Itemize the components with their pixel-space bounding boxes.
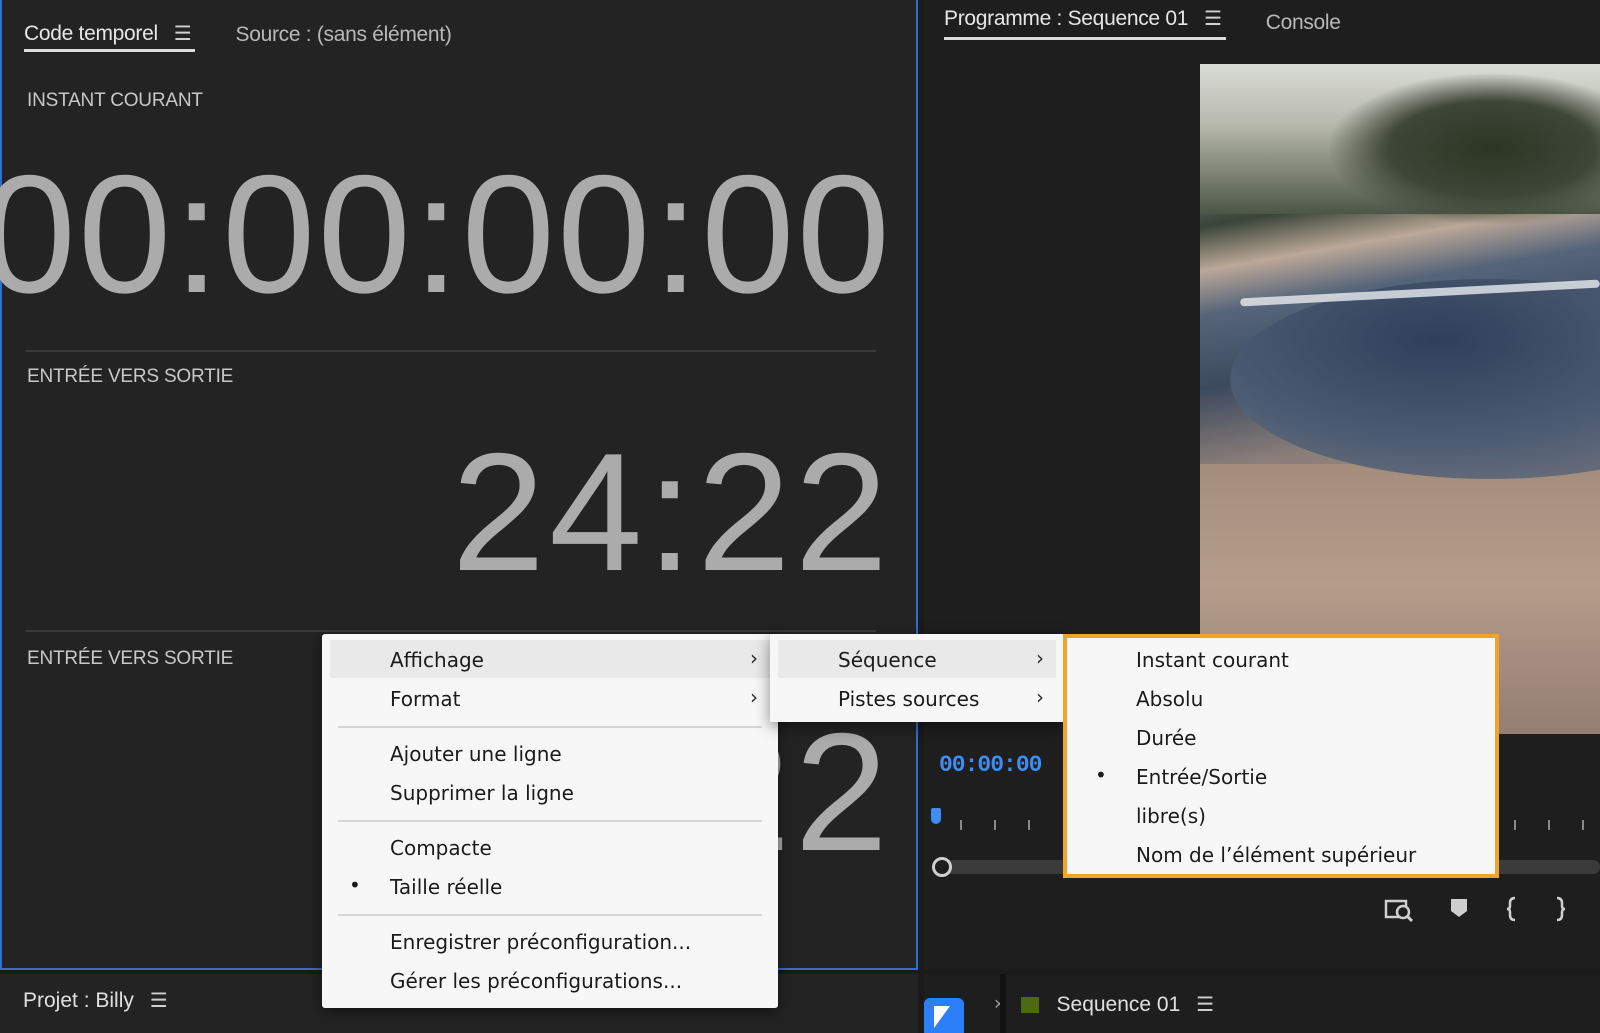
row-label-entree-sortie: ENTRÉE VERS SORTIE — [27, 366, 234, 387]
menu-item-gerer-preconfigs[interactable]: Gérer les préconfigurations... — [330, 961, 770, 999]
menu-item-label: Compacte — [390, 836, 492, 860]
menu-item-label: Entrée/Sortie — [1136, 765, 1268, 789]
tab-programme-label: Programme : Sequence 01 — [944, 6, 1189, 30]
menu-item-label: Format — [390, 687, 461, 711]
export-frame-icon[interactable] — [1384, 895, 1414, 923]
menu-item-sequence[interactable]: Séquence › — [778, 640, 1056, 678]
panel-menu-icon[interactable]: ☰ — [1196, 992, 1214, 1017]
menu-separator — [338, 726, 762, 728]
program-panel-tabs: Programme : Sequence 01 ☰ Console — [944, 6, 1341, 40]
ruler-tick — [960, 820, 962, 830]
sequence-submenu: Instant courant Absolu Durée • Entrée/So… — [1063, 634, 1499, 878]
timecode-context-menu: Affichage › Format › Ajouter une ligne S… — [322, 634, 778, 1008]
ruler-tick — [994, 820, 996, 830]
menu-item-nom-element-superieur[interactable]: Nom de l’élément supérieur — [1075, 835, 1487, 873]
sequence-color-swatch — [1020, 996, 1039, 1013]
tab-sequence-01[interactable]: × Sequence 01 ☰ — [994, 992, 1214, 1017]
panel-menu-icon[interactable]: ☰ — [174, 21, 192, 46]
menu-item-label: Nom de l’élément supérieur — [1136, 843, 1417, 867]
chevron-right-icon: › — [750, 685, 758, 709]
ruler-tick — [1582, 820, 1584, 830]
tab-projet[interactable]: Projet : Billy ☰ — [23, 988, 168, 1013]
mark-out-icon[interactable] — [1554, 895, 1566, 923]
tab-code-temporel[interactable]: Code temporel ☰ — [24, 18, 196, 52]
tab-sequence-label: Sequence 01 — [1056, 992, 1181, 1016]
menu-item-compacte[interactable]: Compacte — [330, 828, 770, 866]
menu-separator — [338, 914, 762, 916]
menu-item-entree-sortie[interactable]: • Entrée/Sortie — [1075, 757, 1487, 795]
affichage-submenu: Séquence › Pistes sources › — [770, 634, 1064, 722]
row-divider — [26, 350, 876, 352]
timeline-header: × Sequence 01 ☰ — [924, 974, 1600, 1033]
tab-console[interactable]: Console — [1266, 6, 1341, 40]
selection-arrow-icon — [924, 998, 964, 1033]
menu-item-label: Supprimer la ligne — [390, 781, 574, 805]
ruler-tick — [1028, 820, 1030, 830]
selection-tool-button[interactable] — [924, 986, 968, 1033]
menu-item-supprimer-ligne[interactable]: Supprimer la ligne — [330, 773, 770, 811]
program-timecode[interactable]: 00:00:00 — [939, 752, 1042, 778]
menu-separator — [338, 820, 762, 822]
tab-programme[interactable]: Programme : Sequence 01 ☰ — [944, 6, 1226, 40]
checked-bullet-icon: • — [349, 873, 361, 897]
tab-source[interactable]: Source : (sans élément) — [235, 18, 451, 52]
monitor-controls — [1384, 895, 1566, 923]
panel-menu-icon[interactable]: ☰ — [150, 988, 168, 1013]
ruler-tick — [1514, 820, 1516, 830]
menu-item-format[interactable]: Format › — [330, 679, 770, 717]
row-label-instant-courant: INSTANT COURANT — [27, 90, 203, 111]
scrollbar-handle[interactable] — [932, 857, 952, 877]
tab-source-label: Source : (sans élément) — [235, 23, 452, 46]
menu-item-label: Absolu — [1136, 687, 1204, 711]
current-timecode-display[interactable]: 00:00:00:00 — [0, 150, 892, 318]
tab-code-temporel-label: Code temporel — [24, 21, 158, 45]
menu-item-libres[interactable]: libre(s) — [1075, 796, 1487, 834]
menu-item-taille-reelle[interactable]: • Taille réelle — [330, 867, 770, 905]
timecode-panel-tabs: Code temporel ☰ Source : (sans élément) — [24, 18, 452, 58]
menu-item-label: Affichage — [390, 648, 484, 672]
menu-item-enregistrer-preconfig[interactable]: Enregistrer préconfiguration... — [330, 922, 770, 960]
menu-item-label: libre(s) — [1136, 804, 1206, 828]
chevron-right-icon: › — [750, 646, 758, 670]
playhead-icon[interactable] — [931, 808, 941, 824]
menu-item-ajouter-ligne[interactable]: Ajouter une ligne — [330, 734, 770, 772]
row-label-entree-sortie-2: ENTRÉE VERS SORTIE — [27, 648, 234, 669]
menu-item-label: Instant courant — [1136, 648, 1289, 672]
panel-menu-icon[interactable]: ☰ — [1204, 6, 1222, 31]
tab-console-label: Console — [1265, 11, 1341, 34]
menu-item-instant-courant[interactable]: Instant courant — [1075, 640, 1487, 678]
menu-item-label: Pistes sources — [838, 687, 980, 711]
panel-divider — [1000, 974, 1006, 1033]
menu-item-label: Ajouter une ligne — [390, 742, 562, 766]
add-marker-icon[interactable] — [1448, 895, 1470, 921]
menu-item-affichage[interactable]: Affichage › — [330, 640, 770, 678]
tab-projet-label: Projet : Billy — [23, 988, 134, 1012]
menu-item-absolu[interactable]: Absolu — [1075, 679, 1487, 717]
menu-item-label: Taille réelle — [390, 875, 503, 899]
menu-item-label: Séquence — [838, 648, 937, 672]
row-divider — [26, 630, 876, 632]
menu-item-label: Gérer les préconfigurations... — [390, 969, 683, 993]
mark-in-icon[interactable] — [1504, 895, 1520, 923]
menu-item-label: Enregistrer préconfiguration... — [390, 930, 692, 954]
menu-item-label: Durée — [1136, 726, 1197, 750]
menu-item-pistes-sources[interactable]: Pistes sources › — [778, 679, 1056, 717]
in-out-duration-display[interactable]: 24:22 — [452, 428, 892, 596]
menu-item-duree[interactable]: Durée — [1075, 718, 1487, 756]
ruler-tick — [1548, 820, 1550, 830]
chevron-right-icon: › — [1036, 685, 1044, 709]
checked-bullet-icon: • — [1095, 763, 1107, 787]
chevron-right-icon: › — [1036, 646, 1044, 670]
